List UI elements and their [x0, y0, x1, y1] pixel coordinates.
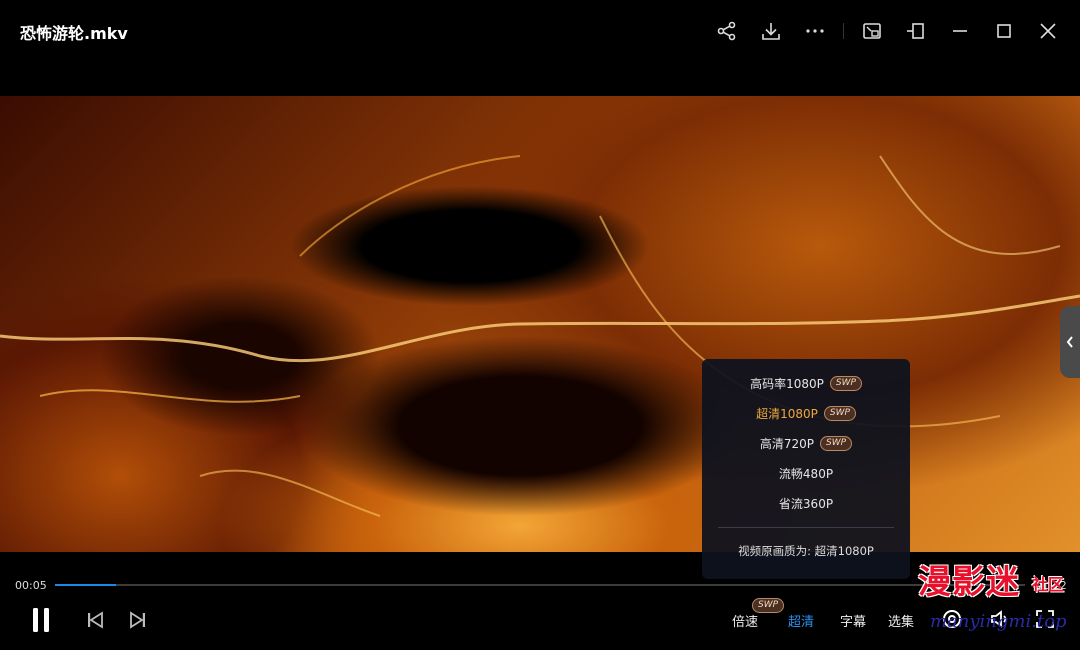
minimize-button[interactable] [946, 17, 974, 45]
pin-icon [907, 23, 924, 39]
episodes-button[interactable]: 选集 [888, 611, 914, 630]
quality-option-label: 省流360P [778, 496, 834, 511]
video-frame[interactable] [0, 96, 1080, 552]
quality-option-hd-720p[interactable]: 高清720P SWP [702, 428, 910, 458]
window-toolbar [697, 17, 1062, 45]
quality-option-super-1080p[interactable]: 超清1080P SWP [702, 398, 910, 428]
download-icon [762, 23, 780, 40]
close-icon [1040, 23, 1056, 39]
quality-option-high-bitrate-1080p[interactable]: 高码率1080P SWP [702, 368, 910, 398]
pause-button[interactable] [28, 604, 54, 636]
title-bar: 恐怖游轮.mkv [0, 0, 1080, 62]
quality-option-label: 高清720P [759, 436, 815, 451]
quality-option-label: 超清1080P [756, 406, 818, 421]
quality-menu-divider [718, 527, 894, 528]
watermark: 漫影迷 社区 manyingmi.top [918, 555, 1078, 650]
original-quality-note: 视频原画质为: 超清1080P [738, 544, 874, 558]
watermark-suffix: 社区 [1032, 575, 1065, 594]
skip-previous-icon [88, 611, 103, 629]
pause-icon [33, 608, 49, 632]
quality-option-saver-360p[interactable]: 省流360P [702, 488, 910, 518]
minimize-icon [953, 30, 967, 32]
current-time: 00:05 [15, 579, 47, 592]
swp-badge: SWP [829, 375, 862, 391]
next-button[interactable] [127, 609, 149, 631]
progress-fill [55, 584, 117, 586]
more-icon [806, 29, 824, 33]
share-icon [717, 21, 736, 41]
download-button[interactable] [757, 17, 785, 45]
maximize-icon [997, 24, 1011, 38]
quality-option-label: 流畅480P [778, 466, 834, 481]
video-texture [0, 155, 1080, 517]
toolbar-divider [843, 23, 844, 39]
progress-bar[interactable] [55, 584, 1025, 586]
quality-option-label: 高码率1080P [750, 376, 824, 391]
close-button[interactable] [1034, 17, 1062, 45]
mini-window-icon [863, 23, 881, 39]
share-button[interactable] [713, 17, 741, 45]
swp-badge: SWP [820, 435, 853, 451]
side-panel-toggle[interactable] [1060, 306, 1080, 378]
quality-menu: 高码率1080P SWP 超清1080P SWP 高清720P SWP 流畅48… [702, 359, 910, 579]
watermark-title: 漫影迷 [918, 562, 1020, 601]
subtitle-button[interactable]: 字幕 [840, 611, 866, 630]
previous-button[interactable] [84, 609, 106, 631]
more-button[interactable] [801, 17, 829, 45]
skip-next-icon [130, 611, 145, 629]
chevron-left-icon [1066, 336, 1073, 348]
swp-badge: SWP [823, 405, 856, 421]
quality-option-smooth-480p[interactable]: 流畅480P [702, 458, 910, 488]
watermark-url: manyingmi.top [930, 611, 1067, 632]
mini-window-button[interactable] [858, 17, 886, 45]
quality-button[interactable]: 超清 [788, 611, 814, 630]
speed-button[interactable]: 倍速 [732, 611, 758, 630]
window-title: 恐怖游轮.mkv [20, 24, 128, 43]
pin-button[interactable] [902, 17, 930, 45]
maximize-button[interactable] [990, 17, 1018, 45]
